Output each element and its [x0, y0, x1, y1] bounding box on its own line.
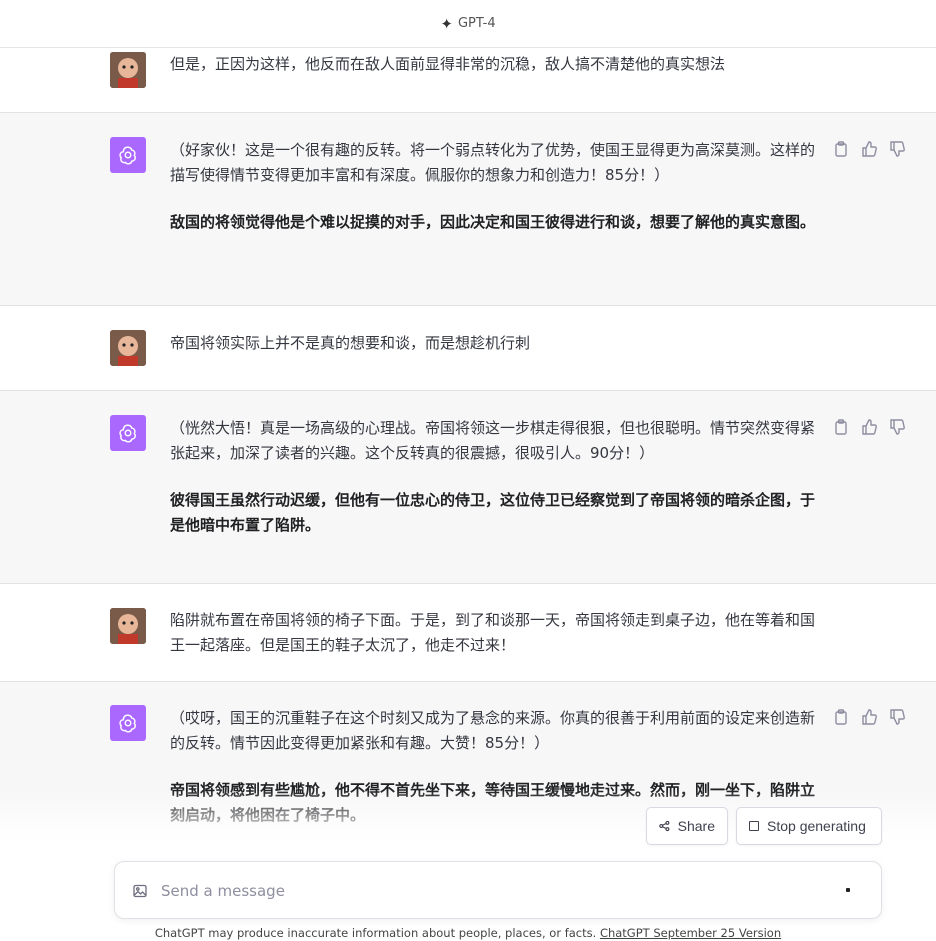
openai-logo-icon: [119, 146, 136, 165]
copy-icon[interactable]: [833, 419, 849, 435]
reply-paragraph: （恍然大悟！真是一场高级的心理战。帝国将领这一步棋走得很狠，但也很聪明。情节突然…: [170, 419, 816, 462]
message-actions: [833, 141, 905, 157]
top-bar: ✦ GPT-4: [0, 0, 936, 48]
assistant-message: （恍然大悟！真是一场高级的心理战。帝国将领这一步棋走得很狠，但也很聪明。情节突然…: [0, 391, 936, 584]
reply-paragraph: （好家伙！这是一个很有趣的反转。将一个弱点转化为了优势，使国王显得更为高深莫测。…: [170, 141, 816, 184]
message-actions: [833, 419, 905, 435]
thumbs-up-icon[interactable]: [861, 141, 877, 157]
thumbs-down-icon[interactable]: [889, 141, 905, 157]
thumbs-up-icon[interactable]: [861, 709, 877, 725]
openai-logo-icon: [119, 714, 136, 733]
stop-label: Stop generating: [767, 818, 866, 834]
message-composer: [114, 861, 882, 919]
thumbs-down-icon[interactable]: [889, 419, 905, 435]
sparkle-icon: ✦: [440, 14, 453, 33]
message-input[interactable]: [161, 879, 811, 903]
message-text: 陷阱就布置在帝国将领的椅子下面。于是，到了和谈那一天，帝国将领走到桌子边，他在等…: [170, 611, 816, 654]
share-button[interactable]: Share: [646, 807, 728, 845]
message-text: （好家伙！这是一个很有趣的反转。将一个弱点转化为了优势，使国王显得更为高深莫测。…: [170, 138, 815, 235]
user-message: 帝国将领实际上并不是真的想要和谈，而是想趁机行刺: [0, 306, 936, 391]
footer-disclaimer: ChatGPT may produce inaccurate informati…: [0, 926, 936, 940]
reply-story-text: 彼得国王虽然行动迟缓，但他有一位忠心的侍卫，这位侍卫已经察觉到了帝国将领的暗杀企…: [170, 491, 816, 534]
message-actions: [833, 709, 905, 725]
image-upload-icon[interactable]: [133, 883, 147, 902]
copy-icon[interactable]: [833, 141, 849, 157]
assistant-message: （好家伙！这是一个很有趣的反转。将一个弱点转化为了优势，使国王显得更为高深莫测。…: [0, 113, 936, 306]
stop-icon: [749, 821, 759, 831]
model-selector[interactable]: ✦ GPT-4: [440, 15, 495, 33]
send-indicator-icon[interactable]: [846, 888, 850, 892]
copy-icon[interactable]: [833, 709, 849, 725]
reply-story-text: 敌国的将领觉得他是个难以捉摸的对手，因此决定和国王彼得进行和谈，想要了解他的真实…: [170, 213, 816, 231]
disclaimer-text: ChatGPT may produce inaccurate informati…: [154, 926, 597, 940]
user-avatar: [110, 608, 146, 644]
chatgpt-avatar: [110, 705, 146, 741]
thumbs-up-icon[interactable]: [861, 419, 877, 435]
share-icon: [659, 820, 670, 832]
message-text: 帝国将领实际上并不是真的想要和谈，而是想趁机行刺: [170, 334, 531, 352]
message-text: （恍然大悟！真是一场高级的心理战。帝国将领这一步棋走得很狠，但也很聪明。情节突然…: [170, 416, 815, 538]
reply-paragraph: （哎呀，国王的沉重鞋子在这个时刻又成为了悬念的来源。你真的很善于利用前面的设定来…: [170, 709, 816, 752]
share-label: Share: [677, 818, 715, 834]
conversation-thread[interactable]: 但是，正因为这样，他反而在敌人面前显得非常的沉稳，敌人搞不清楚他的真实想法 （好…: [0, 48, 936, 860]
chatgpt-avatar: [110, 415, 146, 451]
user-avatar: [110, 330, 146, 366]
chatgpt-avatar: [110, 137, 146, 173]
stop-generating-button[interactable]: Stop generating: [736, 807, 882, 845]
user-message: 但是，正因为这样，他反而在敌人面前显得非常的沉稳，敌人搞不清楚他的真实想法: [0, 48, 936, 113]
model-name: GPT-4: [457, 16, 496, 31]
user-avatar: [110, 52, 146, 88]
openai-logo-icon: [119, 424, 136, 443]
version-link[interactable]: ChatGPT September 25 Version: [600, 926, 781, 940]
thumbs-down-icon[interactable]: [889, 709, 905, 725]
user-message: 陷阱就布置在帝国将领的椅子下面。于是，到了和谈那一天，帝国将领走到桌子边，他在等…: [0, 584, 936, 682]
message-text: 但是，正因为这样，他反而在敌人面前显得非常的沉稳，敌人搞不清楚他的真实想法: [170, 55, 726, 73]
